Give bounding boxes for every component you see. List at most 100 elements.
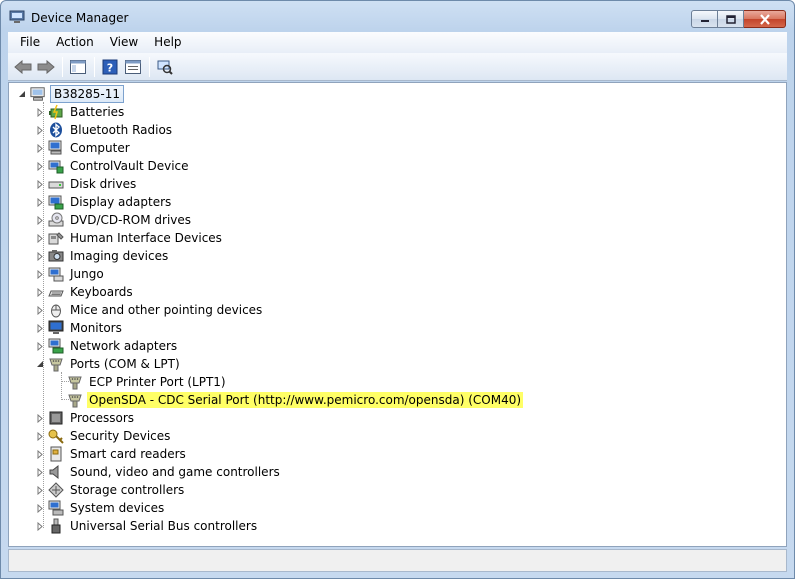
category-label: Network adapters xyxy=(70,339,178,353)
category-node[interactable]: Network adapters xyxy=(35,337,179,355)
close-icon xyxy=(759,13,770,25)
category-node[interactable]: Monitors xyxy=(35,319,124,337)
monitor-icon xyxy=(48,320,64,336)
device-label: OpenSDA - CDC Serial Port (http://www.pe… xyxy=(87,392,524,408)
back-arrow-icon xyxy=(14,59,32,74)
expand-arrow-icon[interactable] xyxy=(35,413,45,423)
collapse-arrow-icon[interactable] xyxy=(17,89,27,99)
expand-arrow-icon[interactable] xyxy=(35,305,45,315)
help-icon: ? xyxy=(102,59,118,74)
status-bar xyxy=(8,549,787,572)
expand-arrow-icon[interactable] xyxy=(35,503,45,513)
category-label: ControlVault Device xyxy=(70,159,189,173)
help-button[interactable]: ? xyxy=(99,56,121,78)
category-label: Storage controllers xyxy=(70,483,185,497)
forward-arrow-icon xyxy=(37,59,55,74)
maximize-button[interactable] xyxy=(718,10,744,28)
back-button[interactable] xyxy=(12,56,34,78)
computer-icon xyxy=(30,86,46,102)
keyboard-icon xyxy=(48,284,64,300)
category-label: Sound, video and game controllers xyxy=(70,465,280,479)
port-icon xyxy=(48,356,64,372)
category-node[interactable]: Imaging devices xyxy=(35,247,170,265)
category-node[interactable]: Ports (COM & LPT) xyxy=(35,355,182,373)
category-node[interactable]: Batteries xyxy=(35,103,126,121)
expand-arrow-icon[interactable] xyxy=(35,233,45,243)
category-node[interactable]: Processors xyxy=(35,409,136,427)
expand-arrow-icon[interactable] xyxy=(35,341,45,351)
category-node[interactable]: Keyboards xyxy=(35,283,135,301)
expand-arrow-icon[interactable] xyxy=(35,431,45,441)
expand-arrow-icon[interactable] xyxy=(35,521,45,531)
category-node[interactable]: Human Interface Devices xyxy=(35,229,224,247)
menu-help[interactable]: Help xyxy=(146,33,189,52)
category-label: Mice and other pointing devices xyxy=(70,303,263,317)
properties-button[interactable] xyxy=(122,56,144,78)
category-node[interactable]: ControlVault Device xyxy=(35,157,191,175)
expand-arrow-icon[interactable] xyxy=(35,107,45,117)
controlvault-icon xyxy=(48,158,64,174)
expand-arrow-icon[interactable] xyxy=(35,215,45,225)
expand-arrow-icon[interactable] xyxy=(35,161,45,171)
expand-arrow-icon[interactable] xyxy=(35,287,45,297)
expand-arrow-icon[interactable] xyxy=(35,485,45,495)
expand-arrow-icon[interactable] xyxy=(35,449,45,459)
forward-button[interactable] xyxy=(35,56,57,78)
device-tree[interactable]: B38285-11 Batteries Bluetooth Radios Compu… xyxy=(8,82,787,547)
caption-buttons xyxy=(691,10,786,28)
expand-arrow-icon[interactable] xyxy=(35,251,45,261)
storage-controller-icon xyxy=(48,482,64,498)
menu-file[interactable]: File xyxy=(8,33,48,52)
dvd-icon xyxy=(48,212,64,228)
category-node[interactable]: Sound, video and game controllers xyxy=(35,463,282,481)
category-label: Display adapters xyxy=(70,195,172,209)
category-node[interactable]: Computer xyxy=(35,139,132,157)
display-adapter-icon xyxy=(48,194,64,210)
minimize-icon xyxy=(700,20,709,22)
svg-text:?: ? xyxy=(107,61,113,74)
bluetooth-icon xyxy=(48,122,64,138)
disk-drive-icon xyxy=(48,176,64,192)
category-node[interactable]: System devices xyxy=(35,499,166,517)
expand-arrow-icon[interactable] xyxy=(35,143,45,153)
category-node[interactable]: Display adapters xyxy=(35,193,173,211)
expand-arrow-icon[interactable] xyxy=(35,467,45,477)
category-label: Computer xyxy=(70,141,130,155)
close-button[interactable] xyxy=(744,10,786,28)
window-title: Device Manager xyxy=(31,11,129,25)
collapse-arrow-icon[interactable] xyxy=(35,359,45,369)
tree-root-node[interactable]: B38285-11 xyxy=(17,85,125,103)
category-node[interactable]: Storage controllers xyxy=(35,481,186,499)
menu-view[interactable]: View xyxy=(102,33,146,52)
computer-icon xyxy=(48,140,64,156)
category-node[interactable]: Smart card readers xyxy=(35,445,188,463)
minimize-button[interactable] xyxy=(691,10,718,28)
properties-icon xyxy=(125,59,141,74)
category-node[interactable]: DVD/CD-ROM drives xyxy=(35,211,193,229)
category-node[interactable]: Jungo xyxy=(35,265,106,283)
expand-arrow-icon[interactable] xyxy=(35,125,45,135)
category-label: Monitors xyxy=(70,321,122,335)
category-node[interactable]: Security Devices xyxy=(35,427,172,445)
expand-arrow-icon[interactable] xyxy=(35,179,45,189)
expand-arrow-icon[interactable] xyxy=(35,269,45,279)
expand-arrow-icon[interactable] xyxy=(35,197,45,207)
category-label: Bluetooth Radios xyxy=(70,123,173,137)
title-bar[interactable]: Device Manager xyxy=(1,1,794,32)
device-node[interactable]: OpenSDA - CDC Serial Port (http://www.pe… xyxy=(67,391,524,409)
category-label: Batteries xyxy=(70,105,125,119)
category-node[interactable]: Universal Serial Bus controllers xyxy=(35,517,259,535)
category-node[interactable]: Bluetooth Radios xyxy=(35,121,174,139)
device-node[interactable]: ECP Printer Port (LPT1) xyxy=(67,373,228,391)
category-label: Security Devices xyxy=(70,429,171,443)
toolbar: ? xyxy=(8,53,787,81)
menu-action[interactable]: Action xyxy=(48,33,102,52)
scan-hardware-icon xyxy=(157,60,173,75)
scan-hardware-button[interactable] xyxy=(154,56,176,78)
category-node[interactable]: Disk drives xyxy=(35,175,138,193)
security-device-icon xyxy=(48,428,64,444)
expand-arrow-icon[interactable] xyxy=(35,323,45,333)
device-label: ECP Printer Port (LPT1) xyxy=(89,375,226,389)
show-hide-console-tree-button[interactable] xyxy=(67,56,89,78)
category-node[interactable]: Mice and other pointing devices xyxy=(35,301,264,319)
